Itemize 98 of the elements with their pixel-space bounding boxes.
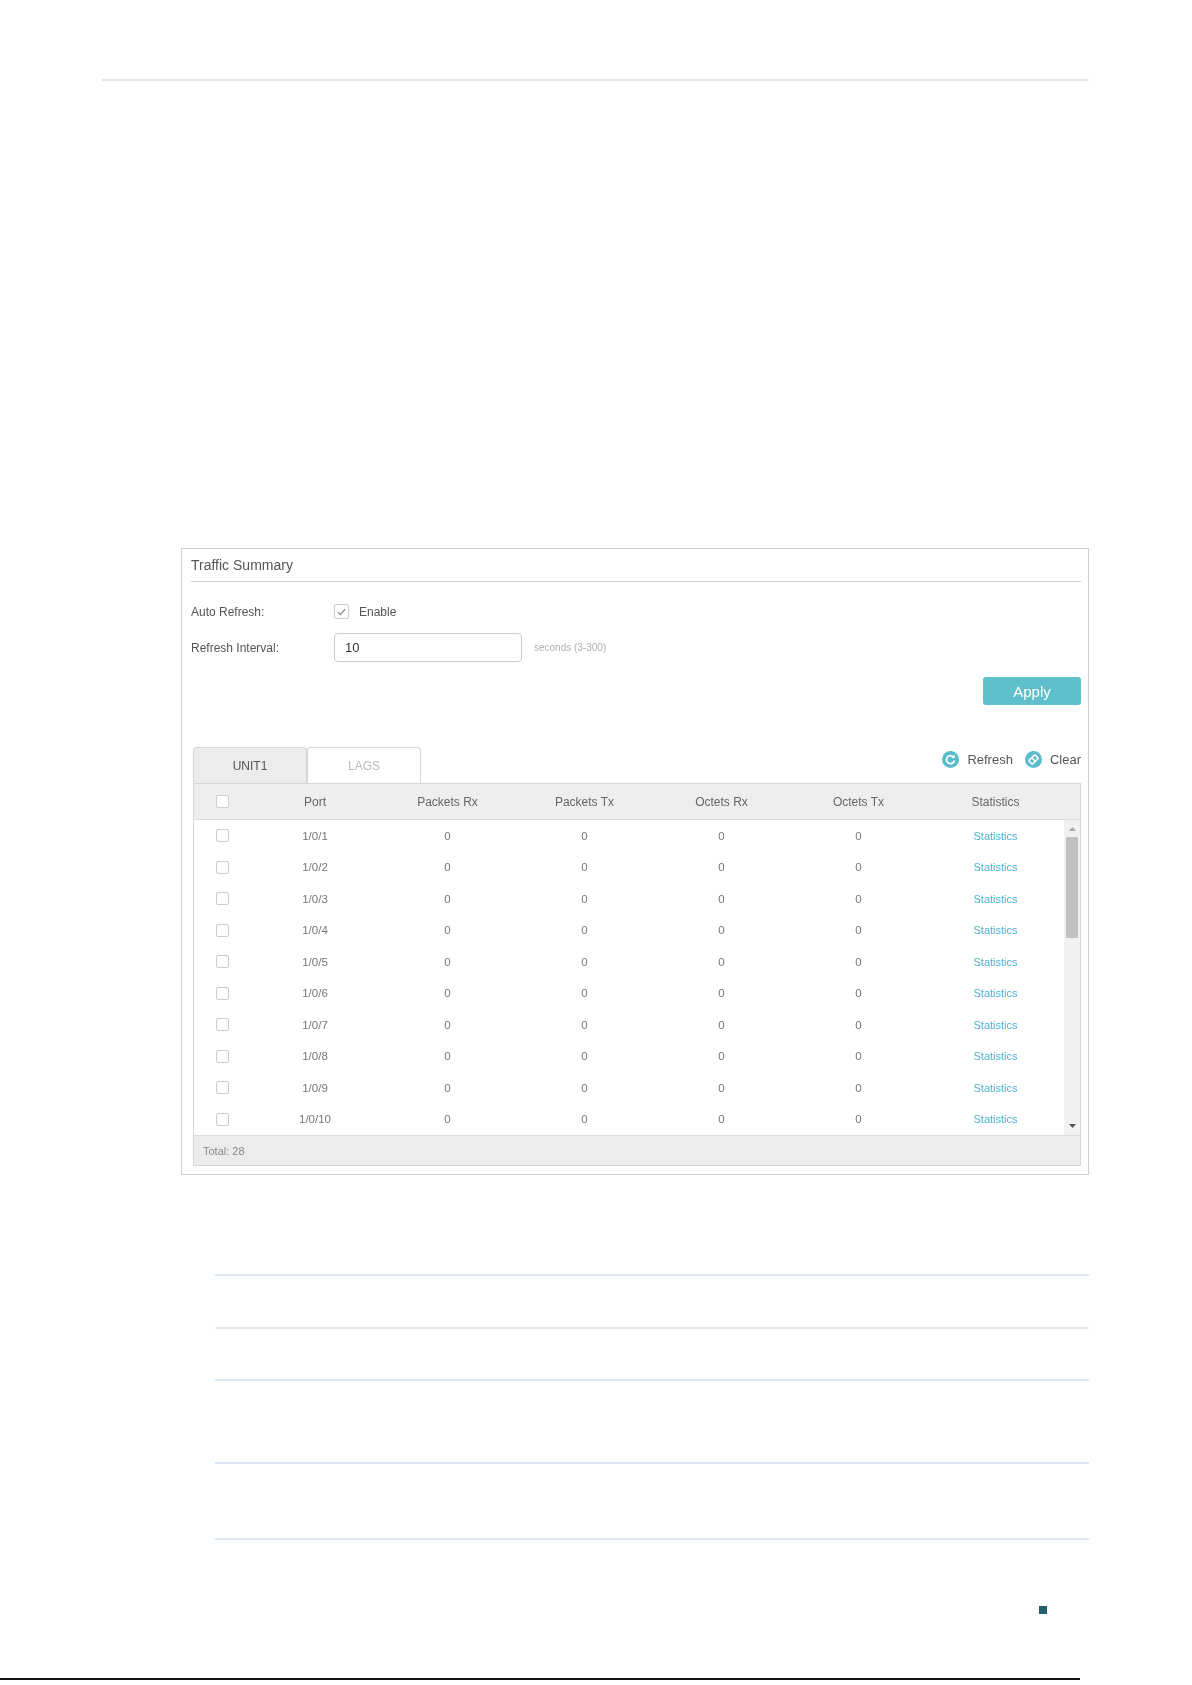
table-cell: 0 <box>444 861 451 874</box>
table-cell: 1/0/10 <box>299 1113 331 1126</box>
field-hint: seconds (3-300) <box>534 642 607 653</box>
table-cell: 0 <box>444 955 451 968</box>
table-cell: 0 <box>444 987 451 1000</box>
table-cell: 0 <box>855 924 862 937</box>
column-header: Statistics <box>971 794 1020 809</box>
column-header: Packets Rx <box>417 794 478 809</box>
statistics-link[interactable]: Statistics <box>973 1018 1018 1031</box>
refresh-icon <box>942 751 960 768</box>
statistics-link[interactable]: Statistics <box>973 1050 1018 1063</box>
scrollbar-thumb[interactable] <box>1066 837 1078 938</box>
table-cell: 0 <box>581 892 588 905</box>
table-cell: 0 <box>718 1113 725 1126</box>
row-checkbox[interactable] <box>216 892 229 906</box>
panel-title: Traffic Summary <box>191 557 293 573</box>
row-checkbox[interactable] <box>216 829 229 843</box>
field-label: Refresh Interval: <box>191 640 281 655</box>
statistics-link[interactable]: Statistics <box>973 1113 1018 1126</box>
statistics-link[interactable]: Statistics <box>973 987 1018 1000</box>
table-cell: 0 <box>718 1050 725 1063</box>
table-cell: 0 <box>444 924 451 937</box>
table-cell: 0 <box>581 1081 588 1094</box>
table-cell: 0 <box>718 892 725 905</box>
table-cell: 1/0/4 <box>302 924 328 937</box>
table-cell: 1/0/5 <box>302 955 328 968</box>
scroll-down-arrow-icon[interactable] <box>1068 1124 1076 1128</box>
table-cell: 1/0/9 <box>302 1081 328 1094</box>
statistics-link[interactable]: Statistics <box>973 829 1018 842</box>
row-checkbox[interactable] <box>216 1081 229 1095</box>
row-checkbox[interactable] <box>216 1018 229 1032</box>
row-checkbox[interactable] <box>216 923 229 937</box>
table-cell: 0 <box>581 955 588 968</box>
statistics-link[interactable]: Statistics <box>973 861 1018 874</box>
statistics-link[interactable]: Statistics <box>973 892 1018 905</box>
table-cell: 0 <box>444 1081 451 1094</box>
table-cell: 0 <box>444 1018 451 1031</box>
row-checkbox[interactable] <box>216 1049 229 1063</box>
row-checkbox[interactable] <box>216 1112 229 1126</box>
row-checkbox[interactable] <box>216 986 229 1000</box>
table-cell: 0 <box>581 1050 588 1063</box>
column-header: Packets Tx <box>554 794 615 809</box>
select-all-checkbox[interactable] <box>216 795 229 808</box>
enable-checkbox[interactable] <box>334 604 349 619</box>
square-marker-icon <box>1039 1606 1047 1614</box>
table-cell: 1/0/8 <box>302 1050 328 1063</box>
table-cell: 0 <box>444 892 451 905</box>
field-label: Auto Refresh: <box>191 604 266 619</box>
apply-button[interactable]: Apply <box>983 677 1081 705</box>
statistics-link[interactable]: Statistics <box>973 1081 1018 1094</box>
table-cell: 0 <box>718 829 725 842</box>
table-cell: 0 <box>581 861 588 874</box>
table-cell: 1/0/1 <box>302 829 328 842</box>
checkbox-label: Enable <box>359 604 397 619</box>
row-checkbox[interactable] <box>216 860 229 874</box>
checkmark-icon <box>337 607 346 616</box>
table-cell: 0 <box>581 987 588 1000</box>
table-cell: 0 <box>855 1050 862 1063</box>
table-cell: 1/0/2 <box>302 861 328 874</box>
column-header: Octets Rx <box>695 794 748 809</box>
table-cell: 0 <box>855 1081 862 1094</box>
clear-button[interactable]: Clear <box>1024 751 1081 768</box>
column-header: Port <box>304 794 326 809</box>
statistics-link[interactable]: Statistics <box>973 955 1018 968</box>
total-count: Total: 28 <box>203 1144 245 1157</box>
table-cell: 0 <box>855 892 862 905</box>
table-cell: 0 <box>444 1050 451 1063</box>
table-cell: 0 <box>855 1018 862 1031</box>
table-cell: 0 <box>444 1113 451 1126</box>
tab[interactable]: LAGS <box>307 747 421 783</box>
table-cell: 0 <box>444 829 451 842</box>
table-cell: 1/0/7 <box>302 1018 328 1031</box>
refresh-button[interactable]: Refresh <box>942 751 1013 768</box>
eraser-icon <box>1024 751 1042 768</box>
table-cell: 0 <box>718 924 725 937</box>
table-cell: 0 <box>581 1113 588 1126</box>
table-cell: 1/0/3 <box>302 892 328 905</box>
table-cell: 0 <box>581 1018 588 1031</box>
row-checkbox[interactable] <box>216 955 229 969</box>
table-cell: 0 <box>718 1018 725 1031</box>
table-cell: 0 <box>718 987 725 1000</box>
column-header: Octets Tx <box>832 794 885 809</box>
table-cell: 0 <box>718 955 725 968</box>
scroll-up-arrow-icon[interactable] <box>1068 827 1076 831</box>
table-cell: 0 <box>718 861 725 874</box>
table-cell: 0 <box>855 955 862 968</box>
table-cell: 0 <box>855 987 862 1000</box>
table-cell: 0 <box>855 861 862 874</box>
table-cell: 0 <box>855 829 862 842</box>
refresh-interval-field[interactable]: 10 <box>334 633 522 662</box>
table-cell: 0 <box>581 829 588 842</box>
table-cell: 0 <box>718 1081 725 1094</box>
table-cell: 0 <box>855 1113 862 1126</box>
table-cell: 0 <box>581 924 588 937</box>
table-cell: 1/0/6 <box>302 987 328 1000</box>
scrollbar[interactable] <box>1064 820 1080 1135</box>
statistics-link[interactable]: Statistics <box>973 924 1018 937</box>
tab[interactable]: UNIT1 <box>193 747 307 783</box>
